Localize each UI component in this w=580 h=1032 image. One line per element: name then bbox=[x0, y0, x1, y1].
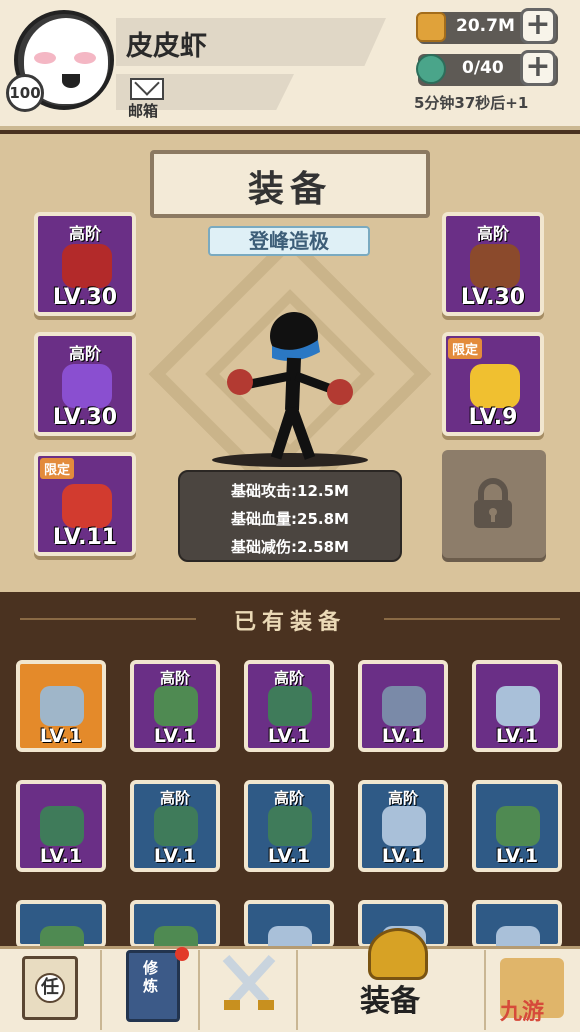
player-level-badge: 100 bbox=[6, 74, 44, 112]
ring-icon bbox=[496, 686, 540, 726]
owned-item[interactable]: 高阶 LV.1 bbox=[358, 780, 448, 872]
owned-item[interactable] bbox=[130, 900, 220, 966]
page-title: 装备 bbox=[247, 169, 332, 210]
owned-item[interactable]: LV.1 bbox=[358, 660, 448, 752]
nav-equip-tab[interactable]: 装备 bbox=[360, 976, 420, 1020]
stat-health: 基础血量:25.8M bbox=[231, 510, 349, 528]
limited-tag: 限定 bbox=[40, 458, 75, 479]
slot-hat[interactable]: 高阶 LV.30 bbox=[442, 212, 544, 316]
nav-quest-tab[interactable]: 任 bbox=[22, 956, 78, 1020]
limited-tag: 限定 bbox=[448, 338, 483, 359]
gold-ingot-icon bbox=[470, 364, 520, 408]
bracelet-icon bbox=[154, 686, 198, 726]
owned-item[interactable]: 高阶 LV.1 bbox=[130, 780, 220, 872]
owned-item[interactable]: LV.1 bbox=[472, 780, 562, 872]
nav-divider bbox=[198, 950, 200, 1030]
nav-divider bbox=[100, 950, 102, 1030]
mail-icon[interactable] bbox=[130, 78, 164, 100]
bracelet-icon bbox=[496, 806, 540, 846]
mail-label[interactable]: 邮箱 bbox=[128, 100, 158, 121]
watermark: 九游 bbox=[500, 1000, 545, 1025]
chinese-knot-icon bbox=[62, 484, 112, 528]
character-figure bbox=[212, 312, 368, 467]
sword-icon bbox=[40, 686, 84, 726]
quest-scroll-icon: 任 bbox=[35, 973, 65, 1003]
gauntlet-icon bbox=[40, 806, 84, 846]
notification-dot bbox=[175, 947, 189, 961]
slot-treasure[interactable]: 限定 LV.9 bbox=[442, 332, 544, 436]
rank-banner: 登峰造极 bbox=[208, 226, 370, 256]
nav-train-tab[interactable]: 修炼 bbox=[126, 947, 189, 1022]
bottom-nav bbox=[0, 946, 580, 1032]
owned-item[interactable]: 高阶 LV.1 bbox=[130, 660, 220, 752]
ring-icon bbox=[382, 806, 426, 846]
nav-divider bbox=[484, 950, 486, 1030]
energy-value: 0/40 bbox=[462, 58, 504, 78]
slot-gloves[interactable]: 高阶 LV.30 bbox=[34, 212, 136, 316]
owned-item[interactable]: 高阶 LV.1 bbox=[244, 660, 334, 752]
owned-title: 已有装备 bbox=[233, 610, 346, 635]
coin-icon bbox=[416, 12, 446, 42]
nav-divider bbox=[296, 950, 298, 1030]
owned-panel bbox=[0, 598, 580, 948]
equip-helmet-icon[interactable] bbox=[368, 928, 428, 980]
straw-hat-icon bbox=[470, 244, 520, 288]
gauntlet-icon bbox=[268, 806, 312, 846]
owned-item[interactable] bbox=[16, 900, 106, 966]
owned-item[interactable] bbox=[472, 900, 562, 966]
owned-item[interactable]: LV.1 bbox=[16, 660, 106, 752]
stat-defense: 基础减伤:2.58M bbox=[231, 538, 349, 556]
train-book-icon: 修炼 bbox=[143, 959, 159, 995]
slot-armor[interactable]: 高阶 LV.30 bbox=[34, 332, 136, 436]
owned-item[interactable]: LV.1 bbox=[16, 780, 106, 872]
slot-charm[interactable]: 限定 LV.11 bbox=[34, 452, 136, 556]
owned-item[interactable]: LV.1 bbox=[472, 660, 562, 752]
owned-item[interactable] bbox=[244, 900, 334, 966]
gauntlet-icon bbox=[154, 806, 198, 846]
lock-icon bbox=[474, 478, 512, 528]
energy-timer: 5分钟37秒后+1 bbox=[414, 94, 529, 112]
boxing-glove-icon bbox=[62, 244, 112, 288]
energy-orb-icon bbox=[416, 54, 446, 84]
gauntlet-icon bbox=[268, 686, 312, 726]
add-energy-button[interactable]: + bbox=[520, 50, 556, 86]
armor-vest-icon bbox=[62, 364, 112, 408]
gold-value: 20.7M bbox=[456, 16, 515, 36]
amulet-icon bbox=[382, 686, 426, 726]
add-gold-button[interactable]: + bbox=[520, 8, 556, 44]
owned-item[interactable]: 高阶 LV.1 bbox=[244, 780, 334, 872]
player-name: 皮皮虾 bbox=[126, 31, 207, 62]
nav-battle-tab[interactable] bbox=[218, 952, 280, 1018]
stat-attack: 基础攻击:12.5M bbox=[231, 482, 349, 500]
